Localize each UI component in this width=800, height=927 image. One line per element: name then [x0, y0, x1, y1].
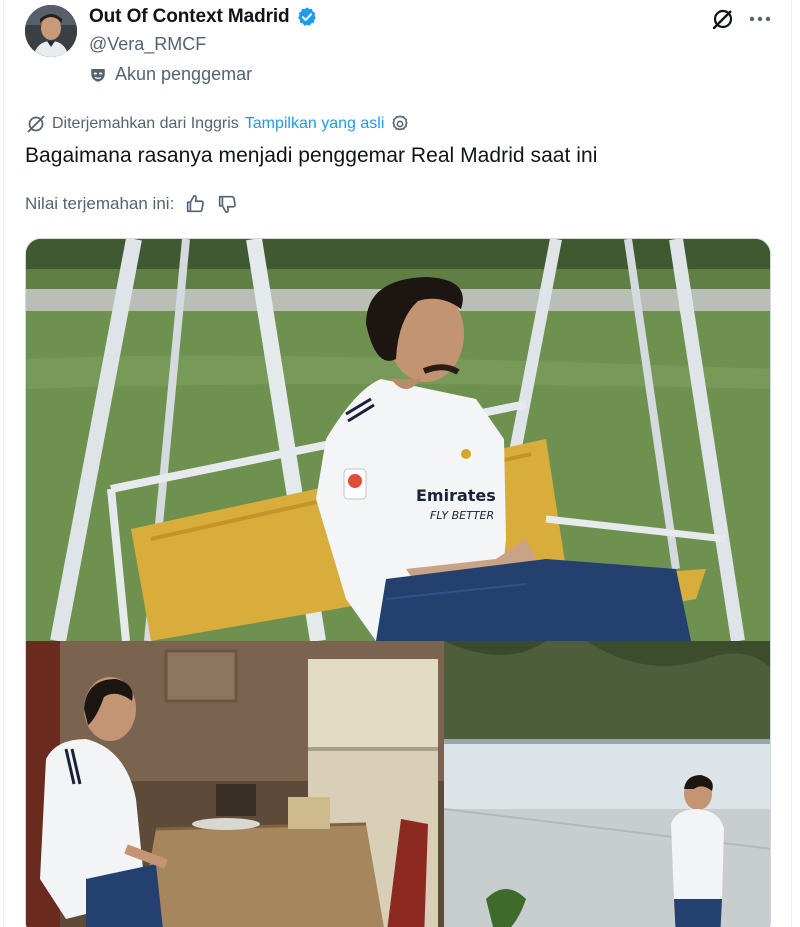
thumbs-down-icon[interactable]	[216, 193, 238, 215]
rate-translation-row: Nilai terjemahan ini:	[25, 193, 238, 215]
timeline-right-border	[791, 0, 792, 927]
author-handle[interactable]: @Vera_RMCF	[89, 34, 206, 55]
author-name-row[interactable]: Out Of Context Madrid	[89, 6, 318, 28]
verified-badge-icon	[296, 6, 318, 28]
avatar-image	[25, 5, 77, 57]
gear-icon[interactable]	[390, 114, 410, 134]
shirt-text-line2: FLY BETTER	[430, 509, 494, 522]
tweet-text: Bagaimana rasanya menjadi penggemar Real…	[25, 144, 598, 167]
avatar[interactable]	[25, 5, 77, 57]
media-panel-bottom-left	[26, 641, 444, 927]
author-display-name[interactable]: Out Of Context Madrid	[89, 6, 290, 28]
translation-row: Diterjemahkan dari Inggris Tampilkan yan…	[26, 114, 410, 134]
account-type-label: Akun penggemar	[115, 64, 253, 84]
more-icon[interactable]	[748, 6, 772, 32]
shirt-text-line1: Emirates	[416, 486, 496, 505]
media-panel-bottom-right	[443, 641, 770, 927]
grok-icon[interactable]	[710, 6, 736, 32]
translate-icon	[26, 114, 46, 134]
thumbs-up-icon[interactable]	[184, 193, 206, 215]
rate-translation-label: Nilai terjemahan ini:	[25, 194, 175, 213]
account-type-row: Akun penggemar	[89, 64, 252, 85]
show-original-link[interactable]: Tampilkan yang asli	[245, 115, 385, 133]
tweet-media[interactable]: Emirates FLY BETTER	[25, 238, 771, 927]
mask-icon	[89, 66, 107, 84]
timeline-left-border	[3, 0, 4, 927]
translated-from-label: Diterjemahkan dari Inggris	[52, 115, 239, 132]
media-panel-top: Emirates FLY BETTER	[26, 239, 770, 643]
meme-image: Emirates FLY BETTER	[26, 239, 770, 927]
